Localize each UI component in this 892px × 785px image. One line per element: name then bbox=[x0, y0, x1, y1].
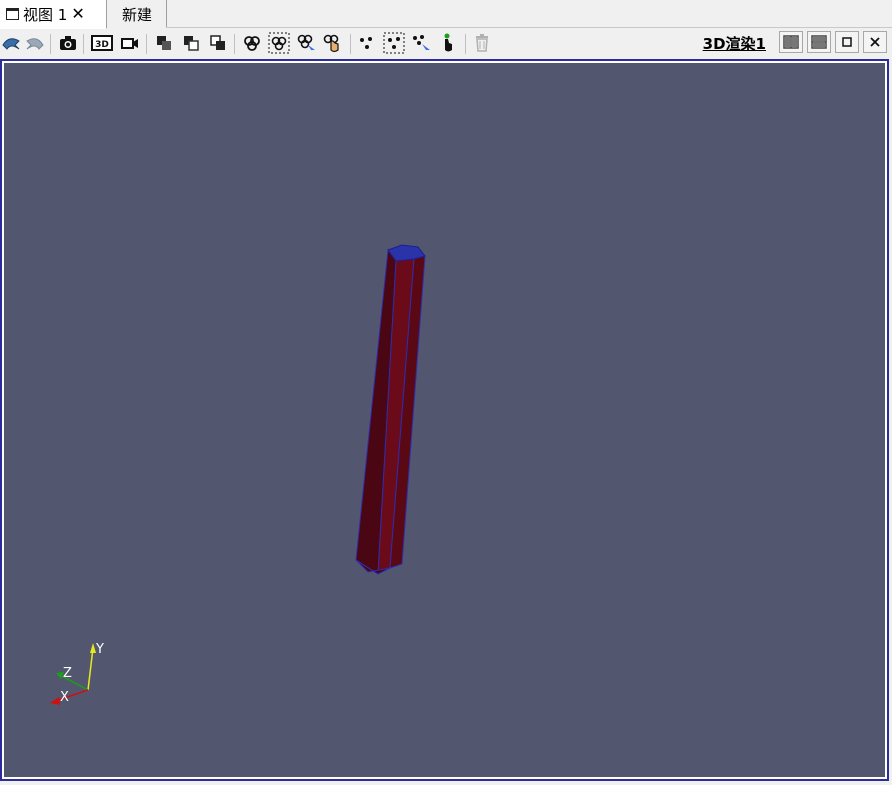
redo-camera-icon bbox=[26, 38, 44, 50]
close-icon bbox=[870, 37, 880, 47]
3d-toggle-label: 3D bbox=[95, 40, 109, 50]
view-title[interactable]: 3D渲染1 bbox=[703, 33, 766, 54]
close-view-button[interactable] bbox=[863, 31, 887, 53]
select-surface-cells-icon bbox=[157, 36, 171, 50]
tab-view-1[interactable]: 视图 1 ✕ bbox=[0, 0, 107, 29]
render-view-frame: Y Z X bbox=[0, 59, 889, 781]
maximize-icon bbox=[842, 37, 852, 47]
view-toolbar: 3D 3D渲染1 bbox=[0, 29, 892, 59]
toolbar-separator bbox=[234, 34, 235, 54]
video-camera-icon bbox=[121, 38, 138, 49]
tab-new[interactable]: 新建 bbox=[108, 0, 167, 28]
select-cells-polygon-button[interactable] bbox=[295, 32, 317, 54]
render-scene: Y Z X bbox=[50, 244, 426, 705]
toolbar-separator bbox=[146, 34, 147, 54]
select-frustum-cells-button[interactable] bbox=[207, 32, 229, 54]
y-axis-label: Y bbox=[95, 642, 104, 657]
toolbar-separator bbox=[83, 34, 84, 54]
interactive-select-points-icon bbox=[444, 33, 452, 52]
select-surface-cells-button[interactable] bbox=[153, 32, 175, 54]
render-viewport[interactable]: Y Z X bbox=[4, 63, 885, 777]
toolbar-separator bbox=[465, 34, 466, 54]
toolbar-separator bbox=[350, 34, 351, 54]
x-axis-label: X bbox=[60, 690, 69, 705]
orientation-axes: Y Z X bbox=[50, 642, 104, 705]
window-icon bbox=[6, 8, 19, 20]
y-axis-line bbox=[87, 647, 94, 691]
maximize-button[interactable] bbox=[835, 31, 859, 53]
select-cells-icon bbox=[244, 36, 260, 51]
select-points-frustum-button[interactable] bbox=[383, 32, 405, 54]
split-vertical-icon bbox=[811, 35, 827, 49]
z-axis-label: Z bbox=[63, 666, 72, 681]
toolbar-separator bbox=[50, 34, 51, 54]
select-cells-frustum-icon bbox=[268, 32, 290, 54]
select-surface-points-button[interactable] bbox=[180, 32, 202, 54]
select-points-icon bbox=[360, 37, 372, 49]
select-frustum-cells-icon bbox=[210, 35, 225, 50]
tab-bar-divider bbox=[166, 27, 892, 28]
x-axis-arrow bbox=[50, 697, 60, 705]
screenshot-button[interactable] bbox=[57, 32, 79, 54]
redo-camera-button[interactable] bbox=[24, 32, 46, 54]
split-horizontal-button[interactable] bbox=[779, 31, 803, 53]
select-points-button[interactable] bbox=[356, 32, 378, 54]
split-horizontal-icon bbox=[783, 35, 799, 49]
view-tab-bar: 视图 1 ✕ 新建 bbox=[0, 0, 892, 29]
select-points-frustum-icon bbox=[383, 32, 405, 54]
3d-toggle-icon: 3D bbox=[91, 35, 113, 51]
select-cells-polygon-icon bbox=[297, 34, 315, 53]
tab-new-label: 新建 bbox=[121, 5, 152, 24]
select-cells-button[interactable] bbox=[241, 32, 263, 54]
3d-toggle-button[interactable]: 3D bbox=[91, 32, 113, 54]
tab-close-icon[interactable]: ✕ bbox=[71, 6, 84, 22]
camera-controls-button[interactable] bbox=[119, 32, 141, 54]
interactive-select-cells-icon bbox=[323, 34, 339, 53]
select-points-polygon-button[interactable] bbox=[410, 32, 432, 54]
select-points-polygon-icon bbox=[413, 35, 430, 53]
prism-object[interactable] bbox=[355, 244, 426, 575]
split-vertical-button[interactable] bbox=[807, 31, 831, 53]
tab-view-1-label: 视图 1 bbox=[23, 5, 68, 24]
select-surface-points-icon bbox=[184, 36, 199, 51]
select-cells-frustum-button[interactable] bbox=[268, 32, 290, 54]
screenshot-camera-icon bbox=[60, 36, 76, 50]
interactive-select-points-button[interactable] bbox=[437, 32, 459, 54]
interactive-select-cells-button[interactable] bbox=[321, 32, 343, 54]
clear-selection-button[interactable] bbox=[471, 32, 493, 54]
undo-camera-button[interactable] bbox=[0, 32, 22, 54]
undo-camera-icon bbox=[2, 38, 20, 50]
clear-selection-trash-icon bbox=[476, 34, 488, 52]
